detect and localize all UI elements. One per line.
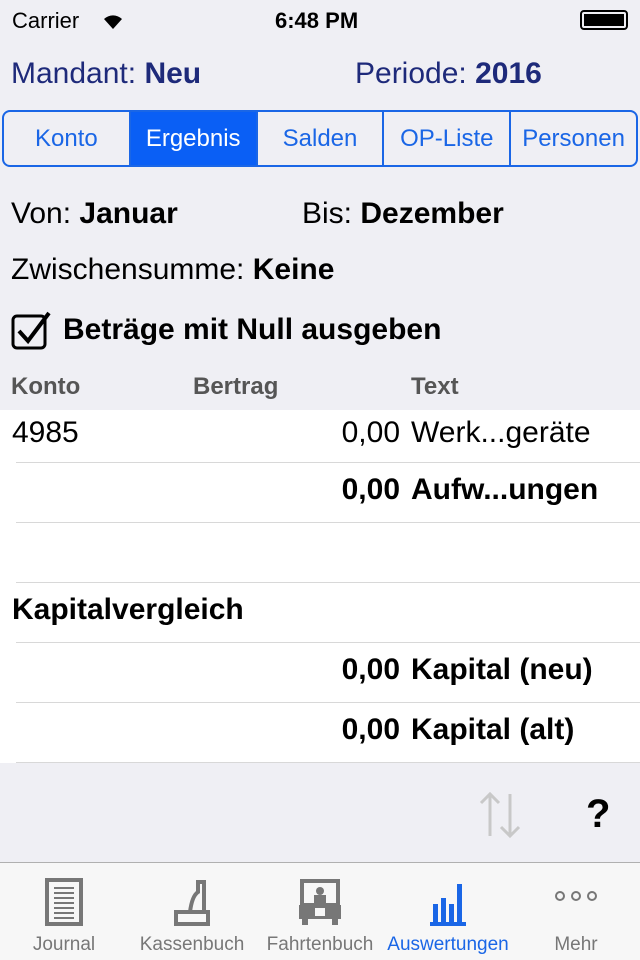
von-field[interactable]: Von: Januar	[11, 197, 178, 231]
table-row[interactable]: 4985 0,00 Werk...geräte	[12, 410, 640, 463]
zero-amounts-checkbox[interactable]: Beträge mit Null ausgeben	[11, 310, 441, 350]
zwischensumme-value: Keine	[252, 253, 335, 286]
mandant-value: Neu	[144, 57, 202, 90]
tab-label: Mehr	[554, 934, 598, 955]
von-value: Januar	[79, 197, 178, 230]
status-bar: Carrier 6:48 PM	[0, 0, 640, 40]
more-icon	[555, 891, 597, 901]
section-title: Kapitalvergleich	[12, 593, 244, 626]
table-row-empty	[16, 523, 640, 583]
periode-label: Periode:	[355, 57, 467, 90]
tab-label: Fahrtenbuch	[266, 934, 374, 955]
sort-arrows-icon[interactable]	[478, 790, 522, 840]
wifi-icon	[104, 15, 122, 29]
help-button[interactable]: ?	[586, 792, 610, 837]
table-row[interactable]: 0,00 Kapital (neu)	[16, 643, 640, 703]
bis-field[interactable]: Bis: Dezember	[302, 197, 504, 231]
tab-auswertungen[interactable]: Auswertungen	[384, 863, 512, 960]
cell-text: Werk...geräte	[411, 416, 591, 449]
tab-fahrtenbuch[interactable]: Fahrtenbuch	[256, 863, 384, 960]
column-header-konto: Konto	[11, 373, 81, 400]
table-row-section: Kapitalvergleich	[12, 583, 640, 643]
zwischensumme-field[interactable]: Zwischensumme: Keine	[11, 253, 334, 287]
tab-label: Kassenbuch	[139, 934, 245, 955]
checkbox-checked-icon	[11, 311, 51, 350]
table-row[interactable]: 0,00 Aufw...ungen	[16, 463, 640, 523]
bar-chart-icon	[430, 884, 466, 926]
von-label: Von:	[11, 197, 72, 230]
checkbox-label: Beträge mit Null ausgeben	[63, 313, 442, 346]
cell-text: Kapital (neu)	[411, 653, 593, 686]
column-header-bertrag: Bertrag	[193, 373, 279, 400]
tab-kassenbuch[interactable]: Kassenbuch	[128, 863, 256, 960]
cash-register-icon	[174, 880, 210, 926]
bis-label: Bis:	[302, 197, 353, 230]
tab-salden[interactable]: Salden	[255, 112, 383, 165]
cell-text: Aufw...ungen	[411, 473, 599, 506]
cell-betrag: 0,00	[341, 416, 400, 449]
cell-betrag: 0,00	[341, 473, 400, 506]
tab-mehr[interactable]: Mehr	[512, 863, 640, 960]
carrier: Carrier	[12, 8, 80, 33]
journal-icon	[45, 878, 83, 926]
cell-betrag: 0,00	[341, 713, 400, 746]
tab-op-liste[interactable]: OP-Liste	[382, 112, 509, 165]
mandant[interactable]: Mandant: Neu	[11, 57, 201, 91]
column-header-text: Text	[411, 373, 459, 400]
clock: 6:48 PM	[275, 8, 359, 33]
periode-value: 2016	[475, 57, 542, 90]
battery-icon	[580, 10, 628, 30]
mandant-label: Mandant:	[11, 57, 137, 90]
table-row[interactable]: 0,00 Kapital (alt)	[16, 703, 640, 763]
cell-konto: 4985	[12, 416, 79, 449]
result-table: 4985 0,00 Werk...geräte 0,00 Aufw...ungen K…	[0, 410, 640, 763]
cell-betrag: 0,00	[341, 653, 400, 686]
cell-text: Kapital (alt)	[411, 713, 575, 746]
tab-journal[interactable]: Journal	[0, 863, 128, 960]
bis-value: Dezember	[360, 197, 504, 230]
zwischensumme-label: Zwischensumme:	[11, 253, 245, 286]
tab-label: Journal	[32, 934, 96, 955]
tab-personen[interactable]: Personen	[509, 112, 636, 165]
tab-bar: Journal Kassenbuch Fahrtenbuch Auswertun…	[0, 862, 640, 960]
report-segmented-control: Konto Ergebnis Salden OP-Liste Personen	[2, 110, 638, 167]
car-icon	[299, 879, 341, 925]
tab-ergebnis[interactable]: Ergebnis	[128, 112, 256, 165]
periode[interactable]: Periode: 2016	[355, 57, 542, 91]
tab-label: Auswertungen	[387, 934, 509, 955]
tab-konto[interactable]: Konto	[4, 112, 129, 165]
